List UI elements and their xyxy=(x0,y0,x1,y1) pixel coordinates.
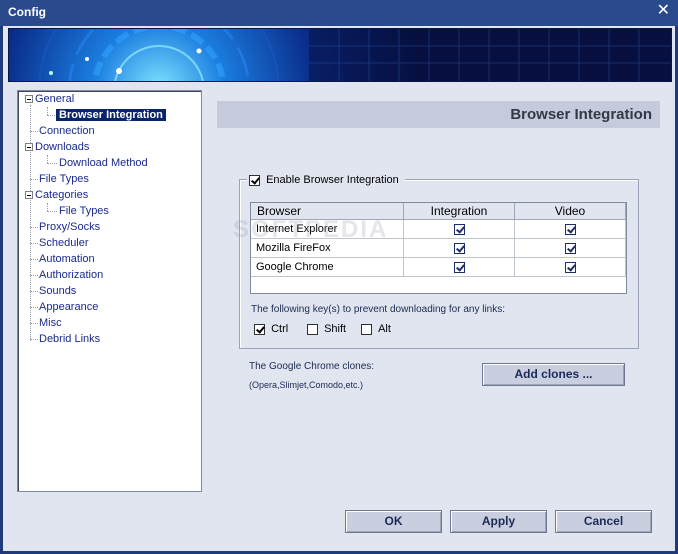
tree-item-misc[interactable]: Misc xyxy=(39,315,62,331)
checkbox-checked-icon[interactable] xyxy=(453,242,465,254)
table-cell-integration[interactable] xyxy=(404,220,515,239)
watermark: SOFTPEDIA xyxy=(233,216,389,243)
window-title: Config xyxy=(8,5,46,19)
tree-connector xyxy=(30,323,38,324)
title-bar: Config ✕ xyxy=(0,0,678,26)
tree-connector xyxy=(30,227,38,228)
close-icon[interactable]: ✕ xyxy=(657,3,670,19)
ok-button[interactable]: OK xyxy=(345,510,442,533)
checkbox-unchecked-icon[interactable] xyxy=(307,323,318,335)
prevent-keys-label: The following key(s) to prevent download… xyxy=(251,304,506,315)
checkbox-checked-icon[interactable] xyxy=(453,223,465,235)
tree-connector xyxy=(30,259,38,260)
chrome-clones-label: The Google Chrome clones: xyxy=(249,361,375,372)
tree-item-appearance[interactable]: Appearance xyxy=(39,299,98,315)
enable-integration-checkbox[interactable]: Enable Browser Integration xyxy=(247,172,405,188)
table-cell-video[interactable] xyxy=(515,220,626,239)
tree-connector xyxy=(30,307,38,308)
checkbox-checked-icon[interactable] xyxy=(564,242,576,254)
cancel-button[interactable]: Cancel xyxy=(555,510,652,533)
checkbox-checked-icon[interactable] xyxy=(254,323,265,335)
column-header-integration[interactable]: Integration xyxy=(404,203,515,220)
chrome-clones-examples: (Opera,Slimjet,Comodo,etc.) xyxy=(249,380,364,390)
apply-button[interactable]: Apply xyxy=(450,510,547,533)
checkbox-checked-icon[interactable] xyxy=(564,223,576,235)
tree-item-proxy-socks[interactable]: Proxy/Socks xyxy=(39,219,100,235)
tree-connector xyxy=(30,275,38,276)
tree-item-connection[interactable]: Connection xyxy=(39,123,95,139)
panel-title: Browser Integration xyxy=(510,106,652,123)
tree-connector xyxy=(47,211,57,212)
tree-connector xyxy=(30,131,38,132)
tree-item-debrid-links[interactable]: Debrid Links xyxy=(39,331,100,347)
table-cell-video[interactable] xyxy=(515,258,626,277)
tree-connector xyxy=(47,163,57,164)
tree-connector xyxy=(47,203,48,211)
ctrl-checkbox[interactable]: Ctrl xyxy=(254,322,288,336)
tree-item-sounds[interactable]: Sounds xyxy=(39,283,76,299)
tree-connector xyxy=(30,291,38,292)
tree-connector xyxy=(47,107,48,115)
tree-connector xyxy=(30,339,38,340)
table-cell-integration[interactable] xyxy=(404,258,515,277)
checkbox-checked-icon[interactable] xyxy=(564,261,576,273)
tree-item-downloads[interactable]: Downloads xyxy=(25,139,89,155)
panel-header: Browser Integration xyxy=(217,101,660,128)
tree-item-browser-integration[interactable]: Browser Integration xyxy=(56,107,166,123)
tree-connector xyxy=(30,243,38,244)
dialog-body: General Browser Integration Connection D… xyxy=(3,26,675,551)
tree-item-categories[interactable]: Categories xyxy=(25,187,88,203)
collapse-icon[interactable] xyxy=(25,143,33,151)
shift-checkbox[interactable]: Shift xyxy=(307,322,346,336)
table-cell-integration[interactable] xyxy=(404,239,515,258)
tree-item-authorization[interactable]: Authorization xyxy=(39,267,103,283)
tree-item-download-method[interactable]: Download Method xyxy=(59,155,148,171)
table-row-browser[interactable]: Google Chrome xyxy=(251,258,404,277)
alt-checkbox[interactable]: Alt xyxy=(361,322,391,336)
tree-connector xyxy=(47,155,48,163)
tree-connector xyxy=(30,179,38,180)
tree-item-automation[interactable]: Automation xyxy=(39,251,95,267)
collapse-icon[interactable] xyxy=(25,191,33,199)
column-header-video[interactable]: Video xyxy=(515,203,626,220)
add-clones-button[interactable]: Add clones ... xyxy=(482,363,625,386)
collapse-icon[interactable] xyxy=(25,95,33,103)
tree-item-scheduler[interactable]: Scheduler xyxy=(39,235,89,251)
table-cell-video[interactable] xyxy=(515,239,626,258)
checkbox-checked-icon[interactable] xyxy=(453,261,465,273)
tree-item-general[interactable]: General xyxy=(25,91,74,107)
checkbox-unchecked-icon[interactable] xyxy=(361,323,372,335)
enable-integration-label: Enable Browser Integration xyxy=(266,174,399,186)
checkbox-checked-icon[interactable] xyxy=(249,174,260,186)
banner-image xyxy=(8,28,672,82)
settings-tree[interactable]: General Browser Integration Connection D… xyxy=(17,90,202,492)
tree-item-category-file-types[interactable]: File Types xyxy=(59,203,109,219)
tree-item-file-types[interactable]: File Types xyxy=(39,171,89,187)
